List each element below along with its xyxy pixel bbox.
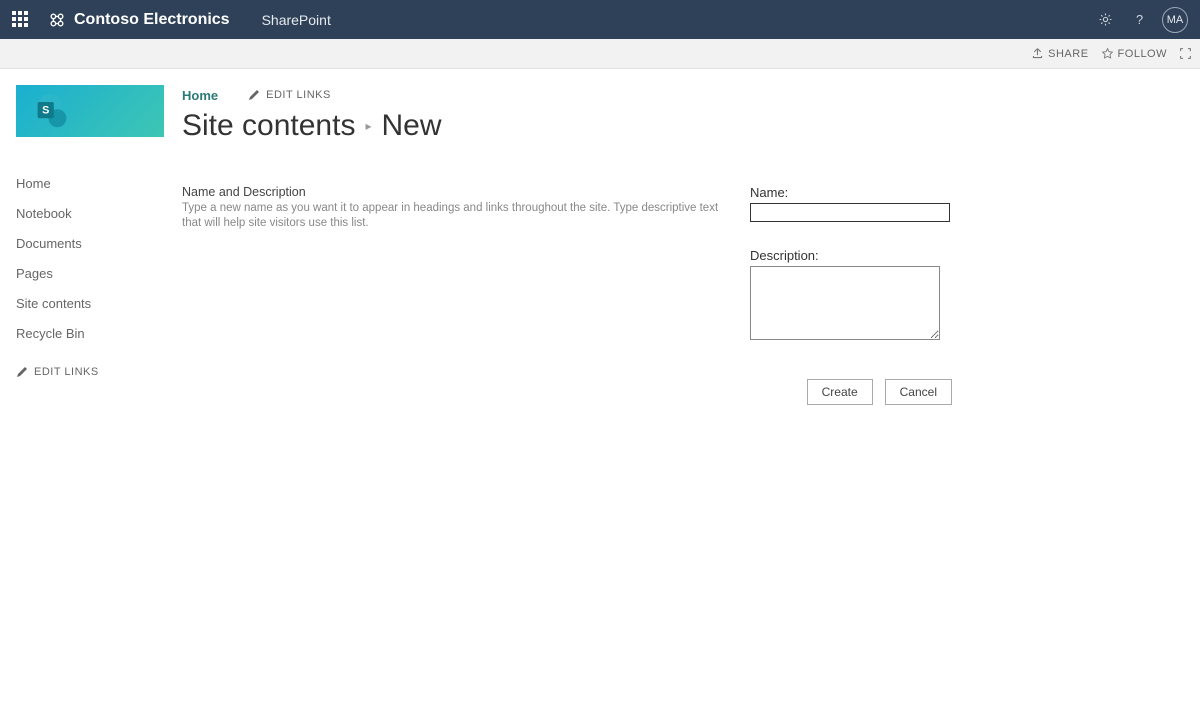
topnav-home[interactable]: Home (182, 88, 218, 103)
nav-notebook[interactable]: Notebook (16, 199, 180, 229)
help-icon[interactable]: ? (1122, 11, 1156, 28)
breadcrumb-current: New (381, 109, 441, 143)
pencil-icon (248, 89, 260, 101)
app-launcher-icon[interactable] (12, 11, 30, 29)
create-button[interactable]: Create (807, 379, 873, 405)
nav-home[interactable]: Home (16, 169, 180, 199)
edit-links-sidebar[interactable]: EDIT LINKS (16, 366, 180, 378)
share-label: SHARE (1048, 48, 1088, 60)
edit-links-label: EDIT LINKS (266, 89, 331, 101)
site-logo[interactable]: S (16, 85, 164, 137)
org-name: Contoso Electronics (74, 11, 230, 29)
settings-icon[interactable] (1088, 11, 1122, 28)
section-title: Name and Description (182, 185, 730, 199)
description-label: Description: (750, 248, 950, 263)
name-input[interactable] (750, 203, 950, 222)
pencil-icon (16, 366, 28, 378)
name-label: Name: (750, 185, 950, 200)
focus-mode-icon[interactable] (1179, 47, 1192, 60)
section-help: Type a new name as you want it to appear… (182, 201, 730, 231)
edit-links-topnav[interactable]: EDIT LINKS (248, 89, 331, 101)
nav-documents[interactable]: Documents (16, 229, 180, 259)
sharepoint-logo-icon: S (34, 91, 70, 131)
svg-text:?: ? (1135, 12, 1142, 27)
nav-pages[interactable]: Pages (16, 259, 180, 289)
page-title: Site contents ▸ New (182, 109, 1184, 143)
breadcrumb-parent[interactable]: Site contents (182, 109, 355, 143)
user-avatar[interactable]: MA (1162, 7, 1188, 33)
app-name[interactable]: SharePoint (262, 12, 331, 28)
form-buttons: Create Cancel (182, 379, 952, 405)
cancel-button[interactable]: Cancel (885, 379, 952, 405)
ribbon-bar: SHARE FOLLOW (0, 39, 1200, 69)
suite-bar: Contoso Electronics SharePoint ? MA (0, 0, 1200, 39)
org-logo-icon (48, 11, 66, 29)
top-nav: Home EDIT LINKS (182, 85, 1184, 105)
quick-launch-nav: Home Notebook Documents Pages Site conte… (16, 169, 180, 350)
nav-recycle-bin[interactable]: Recycle Bin (16, 319, 180, 349)
nav-site-contents[interactable]: Site contents (16, 289, 180, 319)
svg-text:S: S (42, 105, 49, 117)
chevron-right-icon: ▸ (365, 119, 371, 133)
follow-label: FOLLOW (1118, 48, 1167, 60)
edit-links-label: EDIT LINKS (34, 366, 99, 378)
description-textarea[interactable] (750, 266, 940, 340)
follow-button[interactable]: FOLLOW (1101, 47, 1167, 60)
new-list-form: Name and Description Type a new name as … (182, 185, 952, 343)
share-button[interactable]: SHARE (1031, 47, 1088, 60)
